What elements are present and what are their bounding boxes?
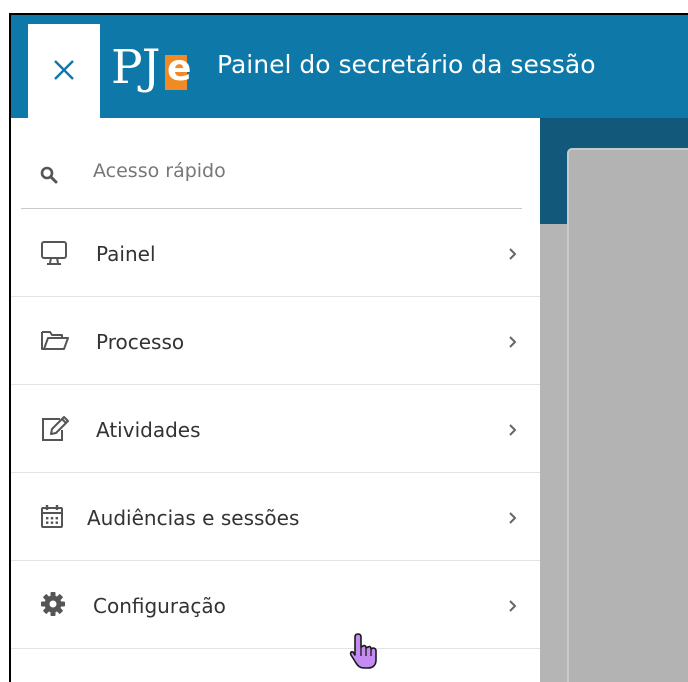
chevron-right-icon bbox=[509, 600, 517, 612]
close-icon bbox=[54, 60, 74, 80]
search-icon bbox=[40, 166, 58, 184]
sidebar-item-audiencias-e-sessoes[interactable]: Audiências e sessões bbox=[11, 473, 540, 561]
quick-access-search[interactable]: Acesso rápido bbox=[21, 118, 522, 209]
folder-open-icon bbox=[41, 331, 69, 350]
sidebar-item-atividades[interactable]: Atividades bbox=[11, 385, 540, 473]
chevron-right-icon bbox=[509, 512, 517, 524]
content-backdrop bbox=[540, 118, 688, 682]
gear-icon bbox=[41, 592, 65, 616]
pje-logo[interactable]: PJ e bbox=[111, 41, 191, 95]
monitor-icon bbox=[41, 241, 67, 265]
sidebar-item-label: Configuração bbox=[93, 594, 226, 618]
hand-pointer-icon bbox=[349, 633, 377, 669]
sidebar-item-label: Painel bbox=[96, 242, 156, 266]
content-card bbox=[567, 148, 688, 682]
app-window: PJ e Painel do secretário da sessão Aces… bbox=[9, 13, 688, 682]
sidebar-item-partial bbox=[11, 649, 540, 682]
search-input[interactable]: Acesso rápido bbox=[93, 160, 226, 182]
page-title: Painel do secretário da sessão bbox=[217, 50, 596, 79]
sidebar-item-painel[interactable]: Painel bbox=[11, 209, 540, 297]
chevron-right-icon bbox=[509, 248, 517, 260]
sidebar-item-label: Processo bbox=[96, 330, 185, 354]
sidebar-item-label: Audiências e sessões bbox=[87, 506, 300, 530]
sidebar-item-processo[interactable]: Processo bbox=[11, 297, 540, 385]
close-button[interactable] bbox=[28, 24, 100, 118]
edit-icon bbox=[42, 416, 69, 441]
chevron-right-icon bbox=[509, 424, 517, 436]
top-bar: PJ e Painel do secretário da sessão bbox=[11, 15, 688, 118]
sidebar-menu: Acesso rápido Painel Processo Atividades… bbox=[11, 118, 540, 682]
sidebar-item-label: Atividades bbox=[96, 418, 201, 442]
sidebar-item-configuracao[interactable]: Configuração bbox=[11, 561, 540, 649]
calendar-icon bbox=[41, 505, 63, 528]
chevron-right-icon bbox=[509, 336, 517, 348]
